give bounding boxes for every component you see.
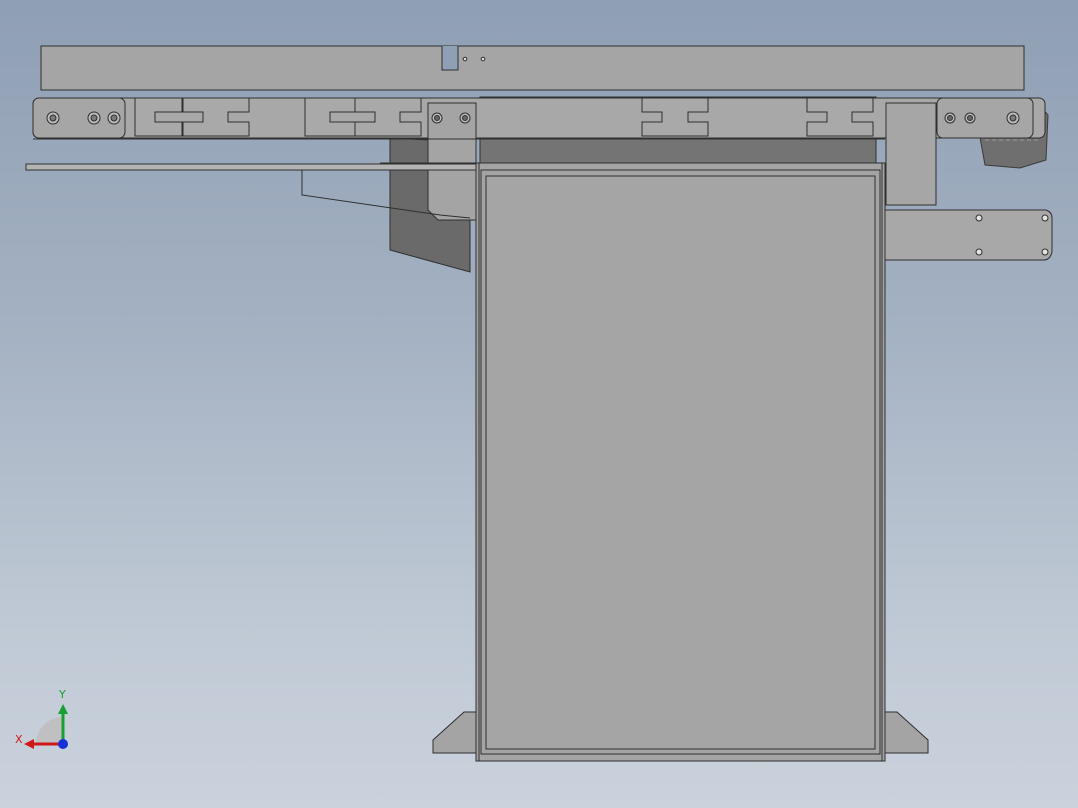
y-axis-arrowhead [58, 704, 68, 714]
triad-y-label: Y [59, 688, 66, 701]
z-axis-dot [58, 739, 68, 749]
view-orientation-triad[interactable] [0, 0, 1078, 808]
triad-x-label: X [15, 733, 23, 746]
triad-quadrant [36, 717, 63, 744]
graphics-viewport[interactable]: Y X [0, 0, 1078, 808]
x-axis-arrowhead [24, 739, 34, 749]
